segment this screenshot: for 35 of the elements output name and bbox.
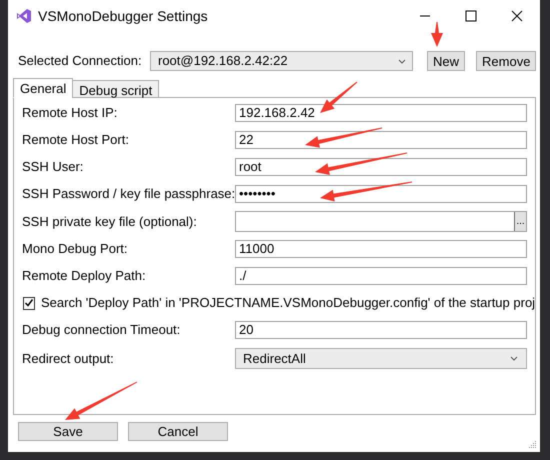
window-title: VSMonoDebugger Settings xyxy=(38,6,208,26)
input-field[interactable]: ./ xyxy=(235,267,527,285)
maximize-icon[interactable] xyxy=(465,10,477,22)
input-field[interactable]: 20 xyxy=(235,321,527,339)
field-label: SSH private key file (optional): xyxy=(22,212,198,231)
toolbar-button[interactable]: Remove xyxy=(476,51,536,71)
dropdown[interactable]: RedirectAll xyxy=(235,348,527,369)
annotation-arrow xyxy=(431,22,443,47)
input-field[interactable]: 11000 xyxy=(235,240,527,258)
checkbox-label: Search 'Deploy Path' in 'PROJECTNAME.VSMonoDebugger.config' of the startup proj xyxy=(41,294,536,312)
connection-dropdown[interactable]: root@192.168.2.42:22 xyxy=(150,51,413,71)
checkbox[interactable] xyxy=(23,296,35,310)
annotation-arrow xyxy=(320,82,358,113)
input-field[interactable]: 192.168.2.42 xyxy=(235,104,527,122)
field-label: Selected Connection: xyxy=(18,52,143,70)
cancel-button[interactable]: Cancel xyxy=(128,422,228,441)
field-label: SSH Password / key file passphrase: xyxy=(22,185,235,204)
field-label: SSH User: xyxy=(22,158,84,176)
input-field[interactable]: 22 xyxy=(235,131,527,149)
save-button[interactable]: Save xyxy=(18,422,118,441)
tab[interactable]: General xyxy=(13,78,74,98)
chevron-icon xyxy=(398,58,406,64)
field-label: Remote Host Port: xyxy=(22,131,130,150)
tab[interactable]: Debug script xyxy=(72,80,160,98)
field-label: Redirect output: xyxy=(22,350,115,368)
toolbar-button[interactable]: New xyxy=(427,51,466,71)
field-label: Debug connection Timeout: xyxy=(22,321,182,340)
field-label: Remote Host IP: xyxy=(22,104,118,122)
close-icon[interactable] xyxy=(511,10,523,22)
field-label: Mono Debug Port: xyxy=(22,240,129,258)
field-label: Remote Deploy Path: xyxy=(22,267,147,286)
input-field[interactable]: root xyxy=(235,158,527,176)
logo-icon xyxy=(16,8,32,24)
chevron-icon xyxy=(510,356,518,361)
input-field[interactable]: •••••••• xyxy=(235,185,527,203)
